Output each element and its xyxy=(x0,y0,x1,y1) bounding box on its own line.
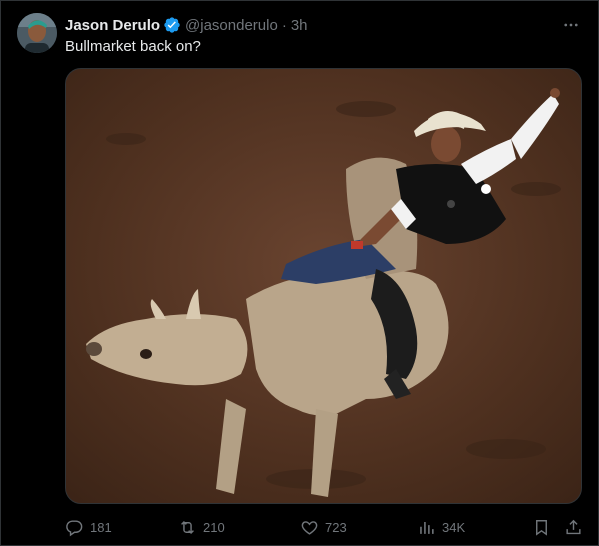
views-chart-icon xyxy=(420,521,434,534)
verified-badge-icon xyxy=(163,16,181,34)
reply-button[interactable]: 181 xyxy=(65,513,112,541)
tweet-photo[interactable] xyxy=(65,68,582,504)
more-options-icon[interactable] xyxy=(558,13,584,37)
separator-dot: · xyxy=(281,16,287,34)
bookmark-button[interactable] xyxy=(532,513,551,541)
repost-count: 210 xyxy=(203,519,225,535)
author-name[interactable]: Jason Derulo xyxy=(65,17,160,34)
views-button[interactable]: 34K xyxy=(417,513,465,541)
reply-count: 181 xyxy=(90,519,112,535)
tweet-header: Jason Derulo @jasonderulo · 3h xyxy=(65,15,582,35)
views-count: 34K xyxy=(442,519,466,535)
like-button[interactable]: 723 xyxy=(300,513,347,541)
like-count: 723 xyxy=(325,519,347,535)
avatar-image xyxy=(17,13,57,53)
timestamp[interactable]: 3h xyxy=(291,17,308,34)
heart-icon xyxy=(301,520,318,535)
share-button[interactable] xyxy=(564,513,583,541)
repost-icon xyxy=(181,520,194,534)
tweet-card[interactable]: Jason Derulo @jasonderulo · 3h Bullmarke… xyxy=(0,0,599,546)
repost-button[interactable]: 210 xyxy=(178,513,225,541)
author-handle[interactable]: @jasonderulo xyxy=(185,17,278,34)
reply-icon xyxy=(66,519,83,536)
share-icon xyxy=(566,519,581,534)
action-bar: 181 210 723 34K xyxy=(65,513,585,541)
tweet-text: Bullmarket back on? xyxy=(65,38,201,55)
bookmark-icon xyxy=(536,519,547,536)
avatar[interactable] xyxy=(17,13,57,53)
bull-rider-image xyxy=(66,69,581,503)
